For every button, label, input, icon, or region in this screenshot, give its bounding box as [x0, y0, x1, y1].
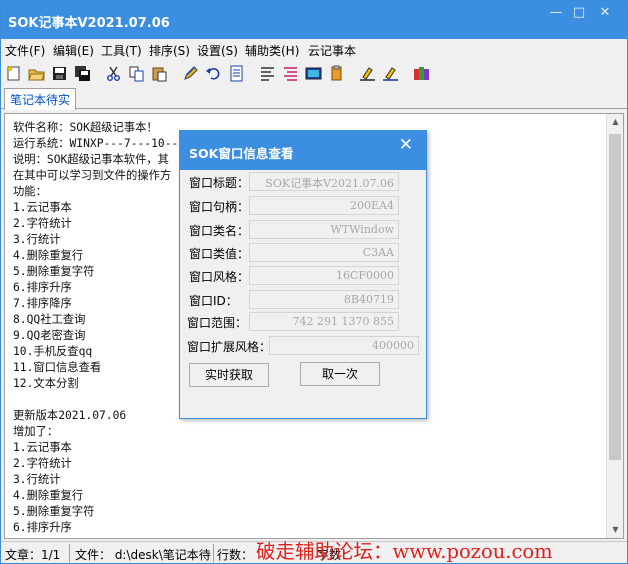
editor-line: 10.手机反查qq: [13, 345, 93, 358]
terminal-icon[interactable]: [305, 65, 322, 82]
scroll-up-icon[interactable]: ▲: [607, 114, 623, 130]
editor-line: 3.行统计: [13, 233, 61, 246]
document-icon[interactable]: [228, 65, 245, 82]
open-folder-icon[interactable]: [28, 65, 45, 82]
field-window-id[interactable]: 8B40719: [249, 290, 399, 309]
editor-line: 8.QQ社工查询: [13, 313, 86, 326]
label-window-title: 窗口标题：: [189, 176, 250, 190]
undo-icon[interactable]: [205, 65, 222, 82]
editor-line: 功能：: [13, 185, 47, 198]
editor-line: 软件名称：SOK超级记事本！: [13, 121, 158, 134]
field-window-class-value[interactable]: C3AA: [249, 243, 399, 262]
menu-file[interactable]: 文件(F): [5, 42, 45, 59]
editor-content: 软件名称：SOK超级记事本！ 运行系统：WINXP---7---10---1 说明：…: [13, 120, 192, 536]
clipboard-icon[interactable]: [328, 65, 345, 82]
scrollbar-thumb[interactable]: [609, 134, 621, 460]
editor-line: 2.字符统计: [13, 457, 72, 470]
watermark-text: 破走辅助论坛：www.pozou.com: [256, 540, 553, 563]
vertical-scrollbar[interactable]: ▲ ▼: [606, 114, 623, 538]
menu-edit[interactable]: 编辑(E): [53, 42, 94, 59]
tab-notebook[interactable]: 笔记本待实: [4, 88, 77, 110]
status-divider: [213, 544, 214, 562]
get-once-button[interactable]: 取一次: [300, 362, 380, 386]
editor-line: 4.删除重复行: [13, 489, 84, 502]
editor-line: 5.删除重复字符: [13, 505, 95, 518]
label-window-style: 窗口风格：: [189, 270, 250, 284]
save-all-icon[interactable]: [74, 65, 91, 82]
menu-sort[interactable]: 排序(S): [149, 42, 190, 59]
editor-line: 2.字符统计: [13, 217, 72, 230]
highlight-alt-icon[interactable]: [382, 65, 399, 82]
title-bar[interactable]: SOK记事本V2021.07.06 — □ ✕: [1, 1, 627, 39]
field-window-handle[interactable]: 200EA4: [249, 196, 399, 215]
close-button[interactable]: ✕: [595, 5, 615, 21]
new-file-icon[interactable]: [5, 65, 22, 82]
status-article: 文章：1/1: [5, 548, 61, 562]
paste-icon[interactable]: [151, 65, 168, 82]
label-window-class-name: 窗口类名：: [189, 224, 250, 238]
field-window-ex-style[interactable]: 400000: [269, 336, 419, 355]
editor-line: 增加了：: [13, 425, 59, 438]
copy-icon[interactable]: [128, 65, 145, 82]
window-title: SOK记事本V2021.07.06: [8, 16, 170, 31]
editor-line: 说明：SOK超级记事本软件，其: [13, 153, 169, 166]
editor-line: 运行系统：WINXP---7---10---1: [13, 137, 192, 150]
window-info-dialog: SOK窗口信息查看 ✕ 窗口标题： SOK记事本V2021.07.06 窗口句柄…: [179, 130, 427, 419]
editor-line: 6.排序升序: [13, 521, 72, 534]
dialog-close-icon[interactable]: ✕: [399, 135, 413, 155]
dialog-title: SOK窗口信息查看: [189, 146, 294, 161]
label-window-ex-style: 窗口扩展风格：: [187, 340, 272, 354]
main-window: SOK记事本V2021.07.06 — □ ✕ 文件(F) 编辑(E) 工具(T…: [0, 0, 628, 564]
editor-line: 6.排序升序: [13, 281, 72, 294]
editor-line: 1.云记事本: [13, 441, 72, 454]
editor-line: 5.删除重复字符: [13, 265, 95, 278]
field-window-class-name[interactable]: WTWindow: [249, 220, 399, 239]
label-window-range: 窗口范围：: [187, 316, 248, 330]
minimize-button[interactable]: —: [546, 5, 566, 21]
field-window-range[interactable]: 742 291 1370 855: [249, 312, 399, 331]
menu-helpers[interactable]: 辅助类(H): [245, 42, 299, 59]
menu-cloud-notepad[interactable]: 云记事本: [308, 42, 356, 59]
toolbar: [1, 61, 627, 87]
list-red-icon[interactable]: [282, 65, 299, 82]
editor-line: 在其中可以学习到文件的操作方: [13, 169, 172, 182]
menu-bar: 文件(F) 编辑(E) 工具(T) 排序(S) 设置(S) 辅助类(H) 云记事…: [1, 39, 627, 61]
dialog-title-bar[interactable]: SOK窗口信息查看 ✕: [180, 131, 426, 170]
field-window-style[interactable]: 16CF0000: [249, 266, 399, 285]
field-window-title[interactable]: SOK记事本V2021.07.06: [249, 172, 399, 191]
menu-settings[interactable]: 设置(S): [197, 42, 238, 59]
editor-line: 更新版本2021.07.06: [13, 409, 127, 422]
label-window-class-value: 窗口类值：: [189, 247, 250, 261]
editor-line: 3.行统计: [13, 473, 61, 486]
status-divider: [69, 544, 70, 562]
editor-line: 12.文本分割: [13, 377, 79, 390]
cut-icon[interactable]: [105, 65, 122, 82]
label-window-handle: 窗口句柄：: [189, 200, 250, 214]
scroll-down-icon[interactable]: ▼: [607, 522, 623, 538]
editor-line: 4.删除重复行: [13, 249, 84, 262]
color-blocks-icon[interactable]: [413, 65, 430, 82]
editor-line: 7.排序降序: [13, 297, 72, 310]
maximize-button[interactable]: □: [569, 5, 589, 21]
editor-line: 1.云记事本: [13, 201, 72, 214]
label-window-id: 窗口ID：: [189, 294, 238, 308]
highlight-icon[interactable]: [359, 65, 376, 82]
editor-line: 11.窗口信息查看: [13, 361, 102, 374]
edit-pencil-icon[interactable]: [182, 65, 199, 82]
tab-strip: 笔记本待实: [1, 87, 627, 110]
status-file: 文件： d:\desk\笔记本待: [75, 548, 211, 562]
realtime-fetch-button[interactable]: 实时获取: [189, 363, 269, 387]
save-icon[interactable]: [51, 65, 68, 82]
list-icon[interactable]: [259, 65, 276, 82]
menu-tools[interactable]: 工具(T): [101, 42, 142, 59]
editor-line: 9.QQ老密查询: [13, 329, 86, 342]
status-lines: 行数：: [217, 548, 254, 562]
